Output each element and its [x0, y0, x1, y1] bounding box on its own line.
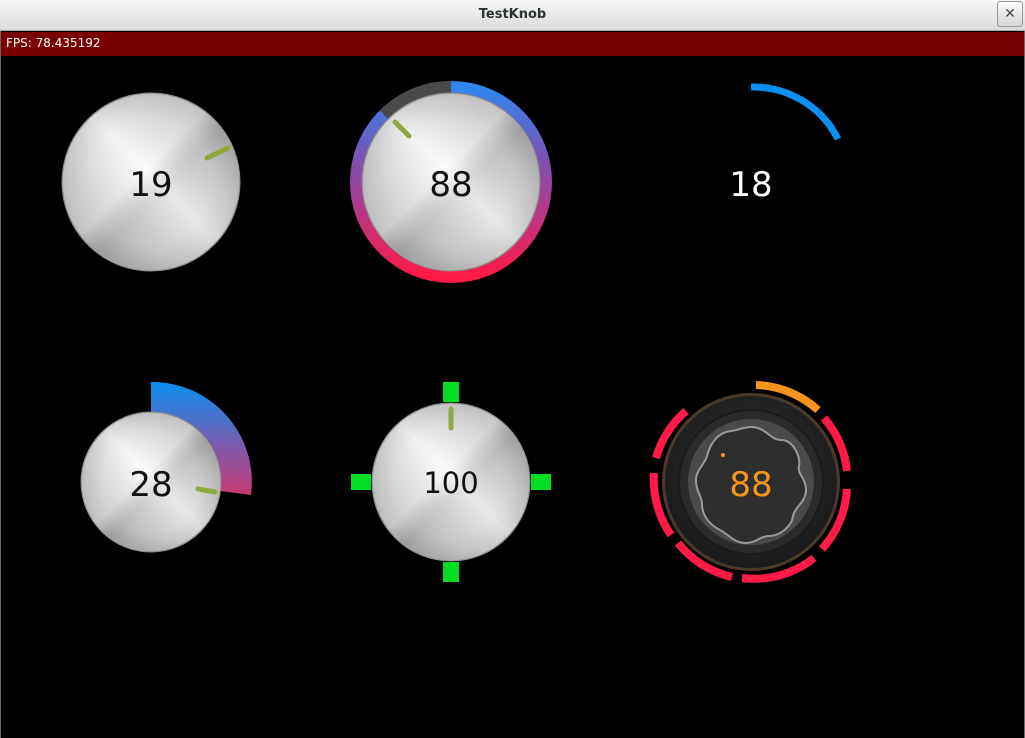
knob-6-value: 88	[729, 465, 772, 505]
knob-1-value: 19	[129, 165, 172, 205]
knob-2-value: 88	[429, 165, 472, 205]
knob-5-marker-top	[443, 382, 459, 402]
knob-3-value: 18	[729, 165, 772, 205]
knob-6-indicator-dot	[721, 453, 725, 457]
knob-scene: 19 88 18 28 100 88	[61, 81, 851, 583]
knob-4-indicator	[195, 486, 218, 495]
knob-1[interactable]: 19	[61, 92, 241, 272]
knob-5-marker-bottom	[443, 562, 459, 582]
knob-5-marker-left	[351, 474, 371, 490]
knob-3-arc	[750, 83, 842, 141]
knob-5[interactable]: 100	[351, 382, 551, 582]
knob-5-marker-right	[531, 474, 551, 490]
knob-2[interactable]: 88	[350, 81, 552, 283]
knob-5-value: 100	[423, 466, 478, 500]
knob-3[interactable]: 18	[729, 83, 842, 205]
knob-6[interactable]: 88	[649, 381, 851, 583]
knob-4-value: 28	[129, 465, 172, 505]
knob-4[interactable]: 28	[80, 381, 252, 553]
